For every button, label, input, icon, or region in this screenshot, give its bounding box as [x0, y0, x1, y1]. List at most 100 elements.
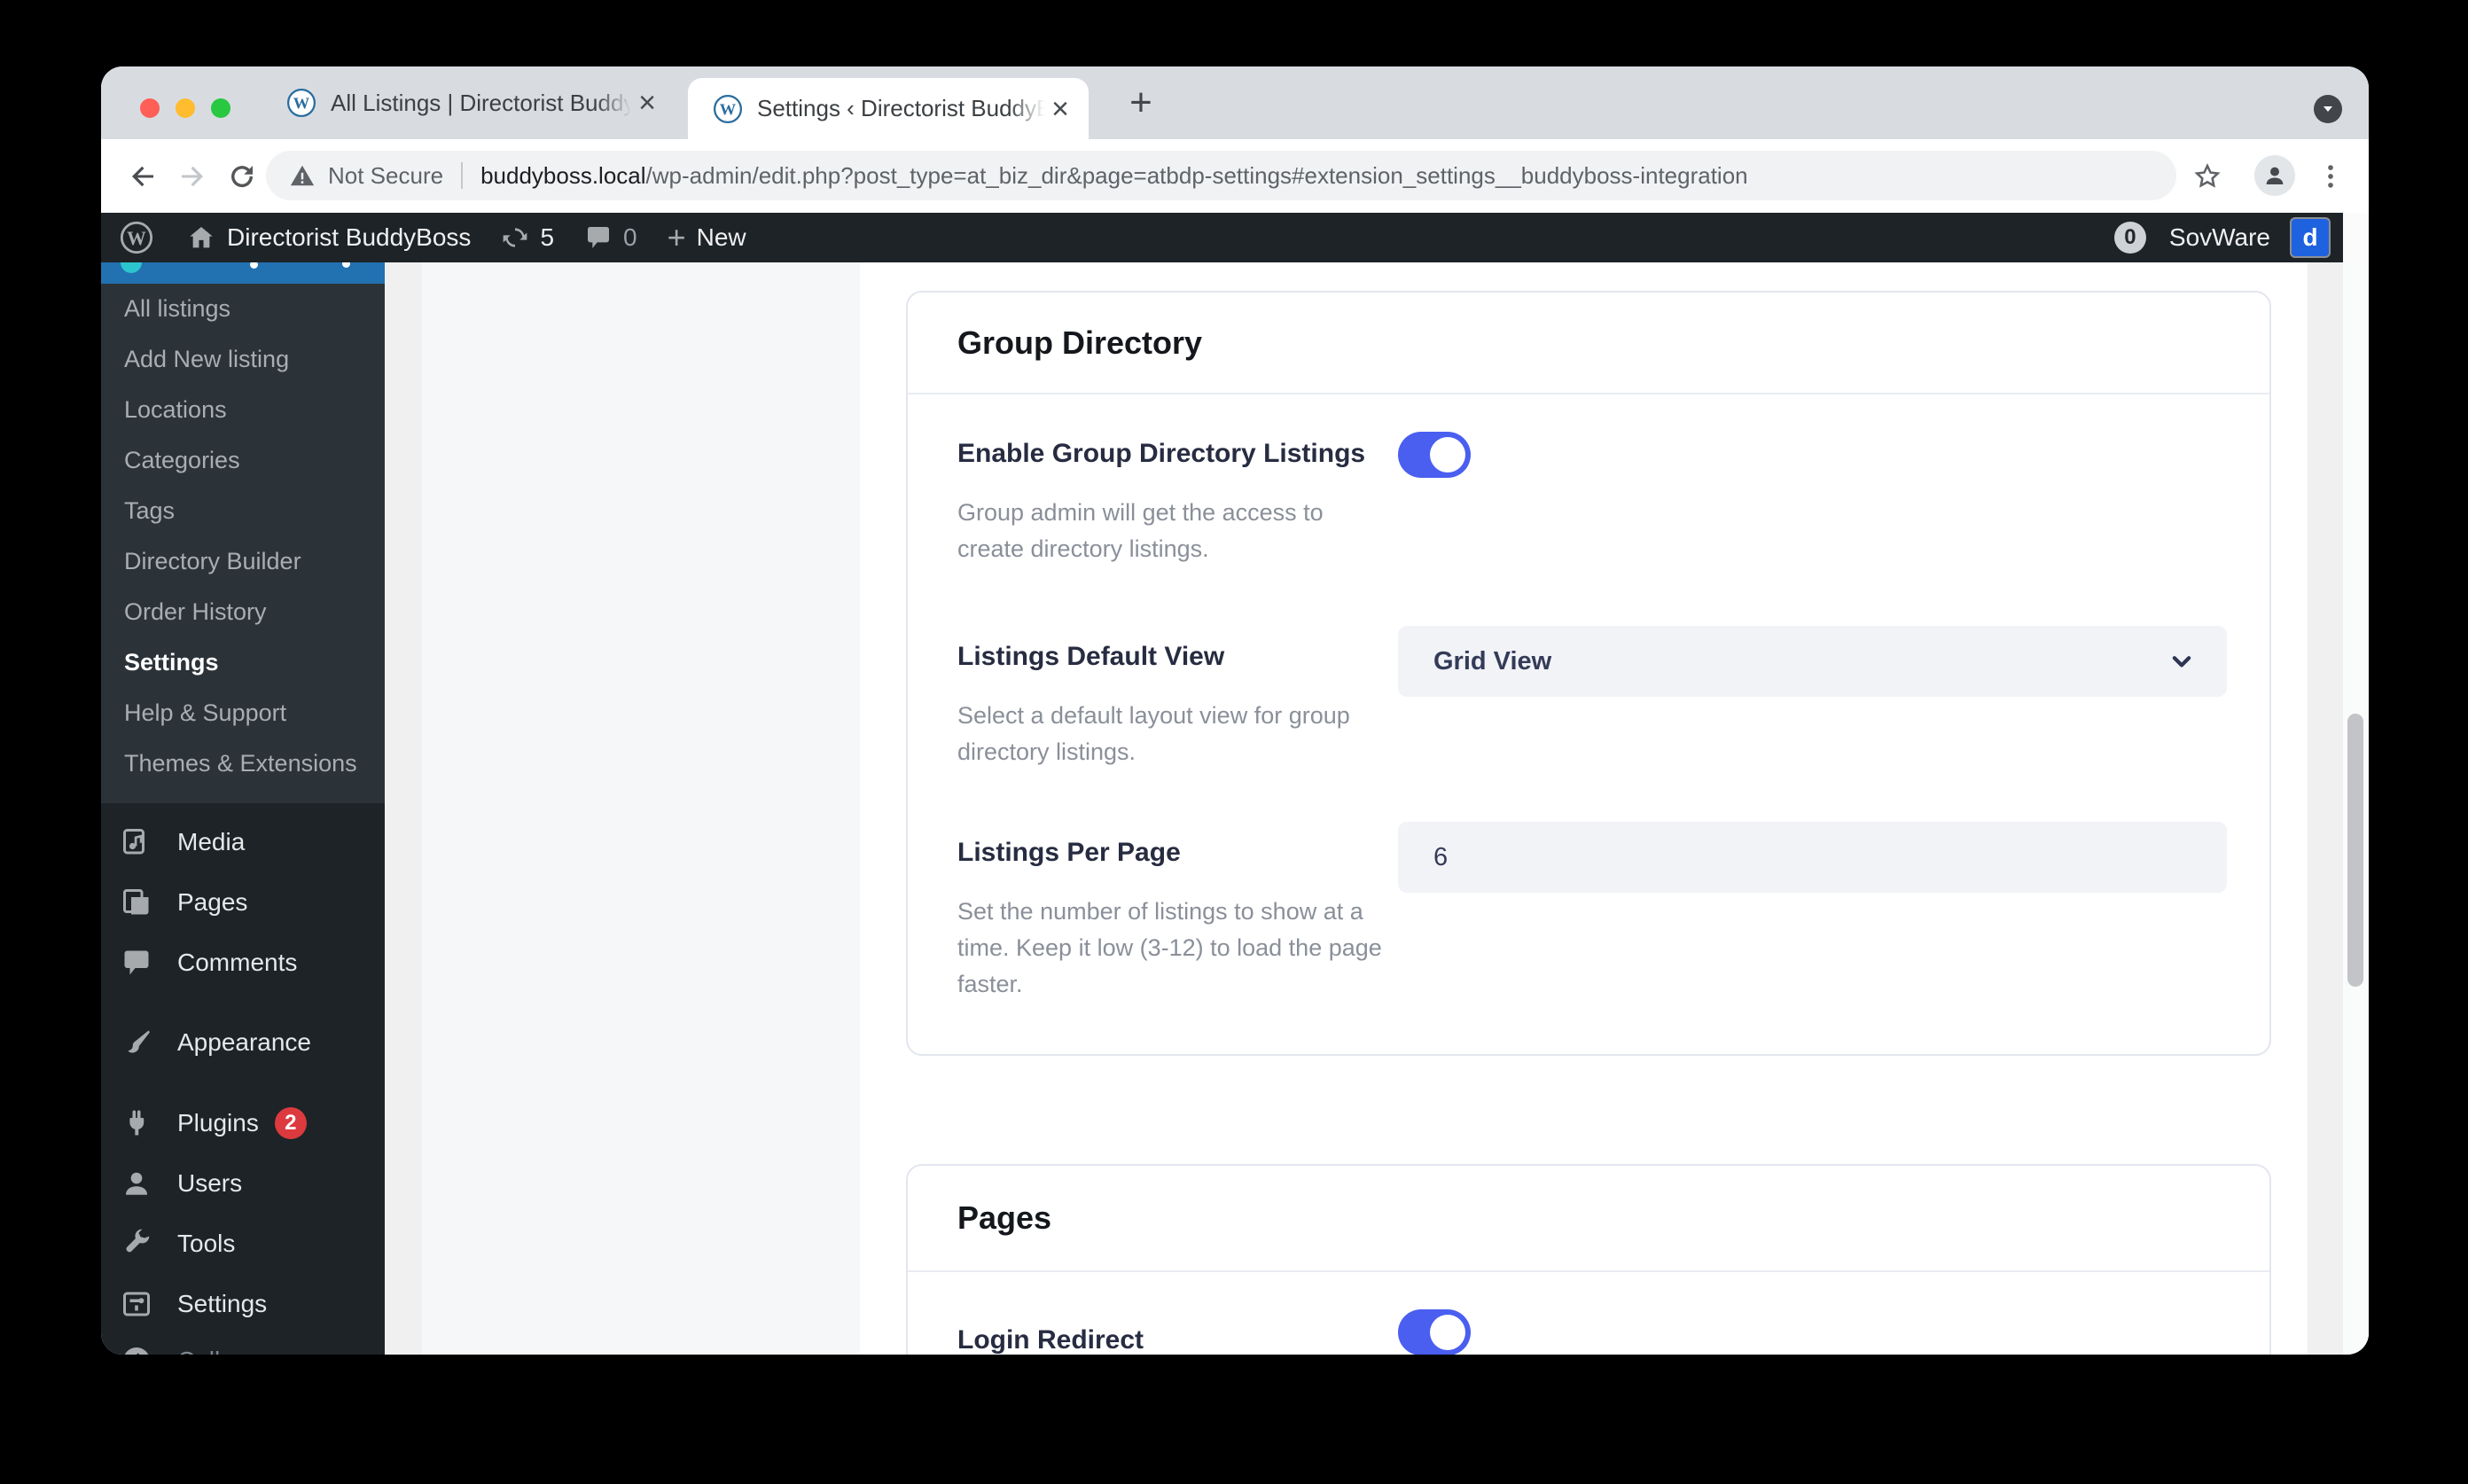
setting-row-listings-per-page: Listings Per Page Set the number of list…	[957, 822, 2227, 1003]
login-redirect-toggle[interactable]	[1398, 1309, 1471, 1355]
sidebar-item-settings-current[interactable]: Settings	[101, 637, 385, 688]
sidebar-item-label: Collapse menu	[177, 1345, 343, 1355]
setting-description: Select a default layout view for group d…	[957, 702, 1350, 765]
admin-bar-row: W Directorist BuddyBoss 5 0 + New 0 SovW…	[101, 213, 2369, 262]
security-label[interactable]: Not Secure	[328, 162, 443, 190]
plugins-icon	[129, 1110, 144, 1136]
clipped-text-fragment	[342, 262, 350, 268]
wp-admin-bar: W Directorist BuddyBoss 5 0 + New 0 SovW…	[101, 213, 2343, 262]
not-secure-warning-icon	[290, 165, 315, 186]
account-avatar[interactable]: d	[2290, 217, 2331, 258]
site-link[interactable]: Directorist BuddyBoss	[186, 223, 471, 253]
new-tab-button[interactable]: +	[1117, 79, 1165, 127]
traffic-light-minimize[interactable]	[176, 98, 195, 118]
toggle-knob	[1430, 1315, 1465, 1350]
close-icon[interactable]: ×	[1051, 94, 1069, 124]
sidebar-item-tools[interactable]: Tools	[101, 1214, 385, 1274]
settings-content: Group Directory Enable Group Directory L…	[860, 262, 2308, 1355]
browser-profile-avatar[interactable]	[2254, 155, 2295, 196]
tools-wrench-icon	[126, 1229, 150, 1253]
sidebar-item-label: Appearance	[177, 1028, 312, 1056]
sidebar-item-label: Pages	[177, 888, 248, 916]
sidebar-item-settings[interactable]: Settings	[101, 1274, 385, 1334]
sidebar-item-appearance[interactable]: Appearance	[101, 1012, 385, 1073]
comment-bubble-icon	[584, 223, 613, 252]
plugins-update-badge: 2	[274, 1107, 307, 1139]
site-name: Directorist BuddyBoss	[227, 223, 472, 251]
sidebar-item-label: Settings	[177, 1290, 268, 1317]
setting-description: Group admin will get the access to creat…	[957, 499, 1324, 562]
reload-icon[interactable]	[226, 160, 258, 192]
sidebar-item-media[interactable]: Media	[101, 812, 385, 872]
setting-label: Listings Default View	[957, 642, 1225, 671]
tab-settings[interactable]: W Settings ‹ Directorist BuddyBos ×	[688, 78, 1089, 139]
browser-toolbar: Not Secure buddyboss.local/wp-admin/edit…	[101, 139, 2369, 213]
traffic-light-zoom[interactable]	[211, 98, 230, 118]
address-bar[interactable]: Not Secure buddyboss.local/wp-admin/edit…	[266, 151, 2176, 200]
sidebar-item-locations[interactable]: Locations	[101, 385, 385, 435]
collapse-icon	[124, 1347, 149, 1355]
sidebar-item-users[interactable]: Users	[101, 1153, 385, 1214]
chevron-down-icon	[2172, 656, 2191, 668]
notification-count-badge[interactable]: 0	[2113, 222, 2146, 254]
settings-icon	[123, 1292, 150, 1316]
setting-label: Listings Per Page	[957, 838, 1181, 867]
sidebar-item-add-new-listing[interactable]: Add New listing	[101, 334, 385, 385]
sidebar-item-pages[interactable]: Pages	[101, 872, 385, 933]
sidebar-item-label: Comments	[177, 949, 298, 976]
tab-strip: W All Listings | Directorist BuddyB × W …	[101, 66, 2369, 139]
enable-group-directory-toggle[interactable]	[1398, 432, 1471, 478]
tab-title: All Listings | Directorist BuddyB	[331, 89, 632, 117]
sidebar-item-all-listings[interactable]: All listings	[101, 284, 385, 334]
sidebar-item-label: Plugins	[177, 1109, 259, 1136]
listings-per-page-input[interactable]	[1398, 822, 2227, 893]
card-header: Pages	[908, 1166, 2269, 1272]
sidebar-item-label: Users	[177, 1169, 243, 1197]
tab-title: Settings ‹ Directorist BuddyBos	[757, 95, 1045, 122]
sidebar-item-collapse-menu[interactable]: Collapse menu	[101, 1334, 385, 1355]
wordpress-icon: W	[713, 94, 743, 123]
url-host: buddyboss.local	[480, 161, 646, 189]
browser-menu-icon[interactable]	[2316, 161, 2346, 191]
comment-count: 0	[623, 223, 637, 251]
tab-overflow-button[interactable]	[2314, 95, 2342, 123]
sidebar-item-categories[interactable]: Categories	[101, 435, 385, 486]
svg-text:W: W	[127, 228, 146, 249]
toggle-knob	[1430, 437, 1465, 473]
chevron-down-icon	[2324, 106, 2332, 112]
sidebar-item-directory-listings-active[interactable]	[101, 262, 385, 284]
pages-icon	[123, 889, 149, 915]
sidebar-item-plugins[interactable]: Plugins 2	[101, 1093, 385, 1153]
page-scrollbar[interactable]	[2343, 262, 2369, 1355]
forward-icon[interactable]	[176, 160, 208, 192]
sidebar-item-help-support[interactable]: Help & Support	[101, 688, 385, 738]
back-icon[interactable]	[127, 160, 159, 192]
select-value: Grid View	[1433, 646, 1552, 676]
tab-all-listings[interactable]: W All Listings | Directorist BuddyB ×	[256, 66, 676, 139]
url-path: /wp-admin/edit.php?post_type=at_biz_dir&…	[645, 161, 1748, 189]
sidebar-item-directory-builder[interactable]: Directory Builder	[101, 536, 385, 587]
plus-icon: +	[667, 219, 686, 255]
close-icon[interactable]: ×	[638, 88, 656, 118]
directorist-icon	[121, 262, 142, 273]
comments-menu[interactable]: 0	[584, 223, 637, 252]
directorist-submenu: All listings Add New listing Locations C…	[101, 284, 385, 803]
traffic-light-close[interactable]	[140, 98, 160, 118]
sidebar-item-order-history[interactable]: Order History	[101, 587, 385, 637]
sidebar-item-tags[interactable]: Tags	[101, 486, 385, 536]
card-title: Group Directory	[957, 324, 1203, 361]
sidebar-item-comments[interactable]: Comments	[101, 933, 385, 993]
sidebar-item-themes-extensions[interactable]: Themes & Extensions	[101, 738, 385, 789]
comments-icon	[124, 950, 149, 975]
wp-logo-menu[interactable]: W	[119, 220, 154, 255]
bookmark-star-icon[interactable]	[2192, 161, 2222, 191]
default-view-select[interactable]: Grid View	[1398, 626, 2227, 697]
updates-icon	[501, 223, 529, 252]
wp-sidebar: All listings Add New listing Locations C…	[101, 262, 385, 1355]
account-name[interactable]: SovWare	[2169, 223, 2270, 252]
setting-row-login-redirect: Login Redirect	[957, 1309, 2227, 1355]
scrollbar-thumb[interactable]	[2347, 714, 2363, 987]
updates-menu[interactable]: 5	[501, 223, 554, 252]
admin-background-strip-right	[2308, 262, 2343, 1355]
new-content-menu[interactable]: + New	[668, 219, 746, 256]
